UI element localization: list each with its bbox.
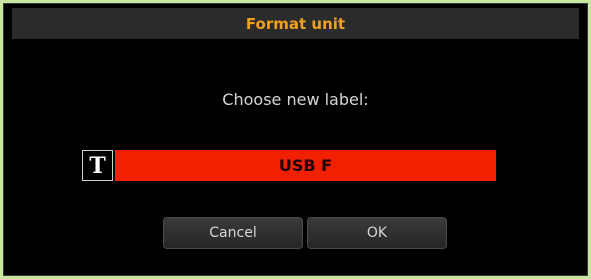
text-edit-icon-glyph: T xyxy=(89,152,106,179)
cancel-button[interactable]: Cancel xyxy=(163,217,303,249)
text-edit-icon[interactable]: T xyxy=(82,150,113,181)
ok-button-label: OK xyxy=(366,225,388,241)
dialog-title: Format unit xyxy=(245,14,346,33)
choose-label-prompt: Choose new label: xyxy=(222,90,369,109)
label-input-value: USB F xyxy=(278,156,333,175)
format-unit-dialog: Format unit Choose new label: T USB F Ca… xyxy=(3,3,588,276)
cancel-button-label: Cancel xyxy=(209,225,257,241)
ok-button[interactable]: OK xyxy=(307,217,447,249)
dialog-title-bar: Format unit xyxy=(12,8,579,39)
label-input-field[interactable]: USB F xyxy=(115,150,496,181)
